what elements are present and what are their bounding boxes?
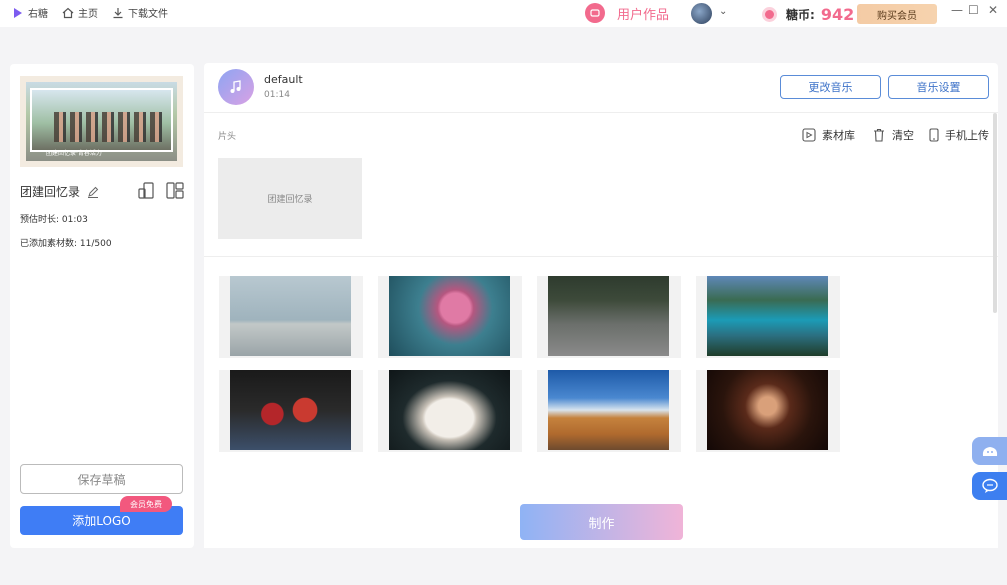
minimize-button[interactable]: — (951, 3, 963, 17)
chat-icon (981, 478, 998, 493)
works-icon (585, 3, 605, 23)
phone-icon (929, 128, 939, 142)
project-title: 团建回忆录 (20, 183, 100, 200)
material-thumbnail[interactable] (378, 276, 522, 358)
maximize-button[interactable]: ☐ (968, 3, 979, 17)
mascot-icon (982, 447, 997, 456)
man-ivy-wall-image (548, 276, 669, 356)
chat-support-button[interactable] (972, 472, 1007, 500)
user-avatar[interactable] (691, 3, 712, 24)
cover-caption: 团建回忆录·青春活力 (46, 150, 102, 157)
portrait-layout-icon[interactable] (138, 182, 156, 203)
title-bar: 右糖 主页 下载文件 用户作品 ⌄ 糖币: 942 购买会员 — ☐ ✕ (0, 0, 1007, 27)
home-label: 主页 (78, 9, 98, 20)
material-thumbnail[interactable] (696, 276, 840, 358)
phone-upload-button[interactable]: 手机上传 (929, 127, 989, 143)
phone-upload-label: 手机上传 (945, 129, 989, 142)
candy-coin-icon (762, 7, 777, 22)
project-cover[interactable]: 团建回忆录·青春活力 (20, 76, 183, 167)
divider (204, 256, 998, 257)
material-library-button[interactable]: 素材库 (802, 127, 855, 143)
clear-icon (874, 128, 884, 142)
download-label: 下载文件 (128, 9, 168, 20)
woman-bar-image (707, 370, 828, 450)
coin-value: 942 (820, 5, 855, 24)
project-panel: 团建回忆录·青春活力 团建回忆录 预估时长: 01:03 已添加素材数: 11/… (10, 64, 194, 548)
clear-button[interactable]: 清空 (872, 127, 914, 143)
cover-photo: 团建回忆录·青春活力 (30, 88, 173, 157)
clear-label: 清空 (892, 129, 914, 142)
material-thumbnail[interactable] (537, 370, 681, 452)
bottom-bar: 制作 (204, 495, 998, 548)
user-works-button[interactable]: 用户作品 (585, 3, 669, 23)
close-button[interactable]: ✕ (988, 3, 998, 17)
coin-balance: 糖币: 942 (762, 5, 854, 24)
make-button[interactable]: 制作 (520, 504, 683, 540)
app-logo[interactable]: 右糖 (12, 5, 48, 20)
material-thumbnail[interactable] (537, 276, 681, 358)
buy-vip-button[interactable]: 购买会员 (857, 4, 937, 24)
save-draft-button[interactable]: 保存草稿 (20, 464, 183, 494)
app-logo-icon (14, 7, 22, 18)
rose-image (389, 276, 510, 356)
assistant-button[interactable] (972, 437, 1007, 465)
app-name: 右糖 (28, 9, 48, 20)
home-icon (62, 7, 74, 18)
music-name: default (264, 73, 303, 86)
grid-layout-icon[interactable] (166, 182, 184, 203)
apples-image (230, 370, 351, 450)
layout-toggle (138, 182, 194, 203)
music-note-icon (218, 69, 254, 105)
swan-image (389, 370, 510, 450)
intro-section-label: 片头 (218, 132, 237, 142)
vip-free-badge: 会员免费 (120, 496, 172, 512)
music-duration: 01:14 (264, 90, 290, 100)
material-thumbnail[interactable] (378, 370, 522, 452)
material-count: 已添加素材数: 11/500 (20, 239, 112, 249)
change-music-button[interactable]: 更改音乐 (780, 75, 881, 99)
cover-people-image (54, 112, 164, 142)
download-icon (113, 7, 123, 18)
home-button[interactable]: 主页 (62, 5, 98, 20)
intro-slot[interactable]: 团建回忆录 (218, 158, 362, 239)
material-thumbnail[interactable] (696, 370, 840, 452)
material-thumbnail[interactable] (219, 276, 363, 358)
coin-label: 糖币: (786, 8, 815, 22)
scrollbar[interactable] (993, 113, 997, 313)
download-button[interactable]: 下载文件 (112, 5, 168, 20)
editor-panel: default 01:14 更改音乐 音乐设置 片头 素材库 清空 手机上传 团… (204, 63, 998, 548)
divider (204, 112, 998, 113)
works-label: 用户作品 (617, 7, 670, 23)
project-name: 团建回忆录 (20, 185, 81, 199)
edit-icon[interactable] (86, 185, 100, 199)
material-thumbnail[interactable] (219, 370, 363, 452)
library-label: 素材库 (822, 129, 855, 142)
library-icon (802, 128, 816, 142)
lake-forest-image (707, 276, 828, 356)
desert-road-image (548, 370, 669, 450)
music-settings-button[interactable]: 音乐设置 (888, 75, 989, 99)
dancer-beach-image (230, 276, 351, 356)
estimated-duration: 预估时长: 01:03 (20, 215, 88, 225)
chevron-down-icon[interactable]: ⌄ (719, 6, 727, 17)
